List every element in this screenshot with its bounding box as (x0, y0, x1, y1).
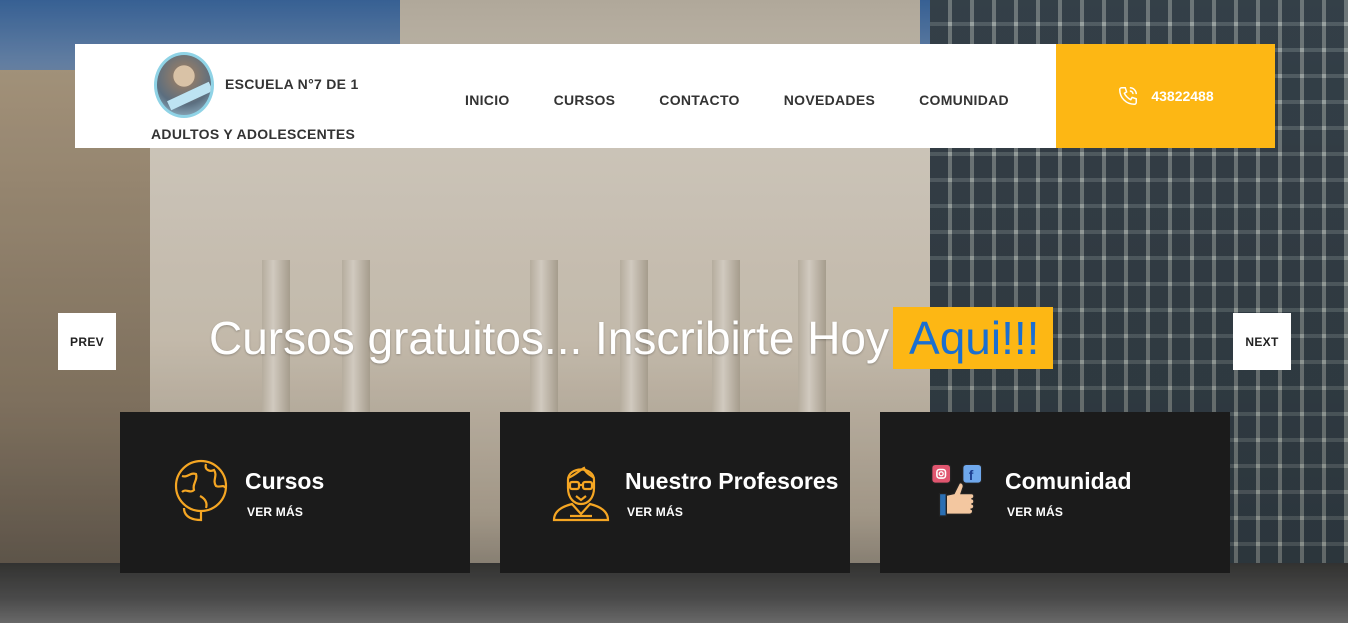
slider-prev-button[interactable]: PREV (58, 313, 116, 370)
nav-cursos[interactable]: CURSOS (554, 92, 616, 108)
card-comunidad[interactable]: f Comunidad VER MÁS (880, 412, 1230, 573)
phone-icon (1119, 87, 1138, 105)
ver-mas-link[interactable]: VER MÁS (627, 505, 683, 519)
school-subtitle: ADULTOS Y ADOLESCENTES (151, 126, 356, 142)
site-header: ESCUELA N°7 DE 1 ADULTOS Y ADOLESCENTES … (75, 44, 1275, 148)
card-profesores[interactable]: Nuestro Profesores VER MÁS (500, 412, 850, 573)
cta-link[interactable]: Aqui!!! (893, 307, 1054, 369)
nav-comunidad[interactable]: COMUNIDAD (919, 92, 1009, 108)
ver-mas-link[interactable]: VER MÁS (1007, 505, 1063, 519)
phone-contact[interactable]: 43822488 (1056, 44, 1275, 148)
slider-next-button[interactable]: NEXT (1233, 313, 1291, 370)
ver-mas-link[interactable]: VER MÁS (247, 505, 303, 519)
social-thumbs-up-icon: f (931, 463, 983, 517)
slider-headline: Cursos gratuitos... Inscribirte Hoy Aqui… (209, 307, 1054, 369)
card-title: Nuestro Profesores (625, 468, 839, 494)
teacher-icon (552, 466, 610, 522)
nav-inicio[interactable]: INICIO (465, 92, 510, 108)
school-logo[interactable] (154, 52, 214, 118)
card-title: Cursos (245, 468, 325, 494)
card-title: Comunidad (1005, 468, 1132, 494)
school-name[interactable]: ESCUELA N°7 DE 1 (225, 76, 359, 92)
nav-contacto[interactable]: CONTACTO (659, 92, 739, 108)
main-nav: INICIO CURSOS CONTACTO NOVEDADES COMUNID… (465, 92, 1053, 108)
nav-novedades[interactable]: NOVEDADES (784, 92, 875, 108)
card-cursos[interactable]: Cursos VER MÁS (120, 412, 470, 573)
headline-text: Cursos gratuitos... Inscribirte Hoy (209, 312, 890, 364)
globe-icon (174, 459, 228, 522)
phone-number: 43822488 (1151, 88, 1214, 104)
svg-text:f: f (969, 468, 974, 483)
